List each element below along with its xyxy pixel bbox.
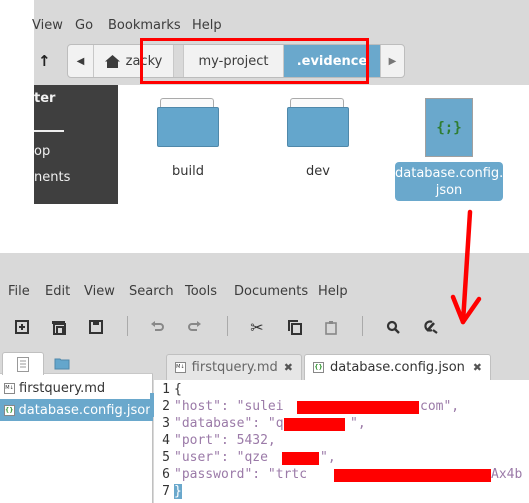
line-number: 6 — [162, 467, 170, 482]
sidebar-section-title: ter — [34, 91, 56, 106]
json-file-icon: {} — [313, 362, 324, 373]
save-icon[interactable] — [86, 318, 106, 336]
code-line: 1{ — [154, 381, 182, 398]
text-editor-window: File Edit View Search Tools Documents He… — [0, 253, 529, 503]
redaction-bar — [297, 401, 419, 414]
json-file-label-line1: database.config. — [395, 166, 504, 181]
code-text: } — [174, 484, 182, 499]
open-icon[interactable] — [49, 318, 69, 336]
code-line: 5 "user": "qze ", — [154, 449, 335, 466]
code-text: "database": "q — [174, 416, 284, 431]
code-line: 7} — [154, 483, 182, 500]
line-number: 3 — [162, 416, 170, 431]
search-icon[interactable] — [383, 318, 403, 336]
menu-search[interactable]: Search — [129, 284, 174, 299]
toolbar-separator — [362, 316, 363, 336]
documents-icon — [17, 356, 29, 372]
menu-file[interactable]: File — [8, 284, 30, 299]
annotation-highlight-box — [140, 38, 369, 84]
tab-firstquery-md[interactable]: M↓ firstquery.md ✖ — [166, 354, 302, 380]
cut-icon[interactable]: ✂ — [247, 318, 267, 337]
side-document-item[interactable]: M↓ firstquery.md — [0, 377, 153, 399]
line-number: 4 — [162, 433, 170, 448]
code-text: "host": "sulei — [174, 399, 284, 414]
code-line: 4 "port": 5432, — [154, 432, 276, 449]
json-file-icon[interactable]: {;} — [425, 98, 473, 157]
code-text: "port": 5432, — [174, 433, 276, 448]
close-icon[interactable]: ✖ — [473, 361, 482, 374]
menu-edit[interactable]: Edit — [45, 284, 70, 299]
toolbar-separator — [227, 316, 228, 336]
sidebar-divider — [34, 130, 64, 132]
menu-documents[interactable]: Documents — [234, 284, 308, 299]
side-tab-documents[interactable] — [2, 352, 44, 375]
menu-help[interactable]: Help — [192, 18, 222, 33]
markdown-file-icon: M↓ — [4, 382, 15, 394]
folder-icon — [157, 98, 219, 150]
folder-item-dev[interactable]: dev — [263, 98, 373, 179]
markdown-file-icon: M↓ — [175, 362, 186, 373]
document-tab-bar: M↓ firstquery.md ✖ {} database.config.js… — [154, 350, 529, 380]
redaction-bar — [282, 452, 319, 465]
json-file-label[interactable]: database.config. json — [395, 162, 503, 201]
side-document-label: firstquery.md — [19, 380, 106, 396]
line-number: 1 — [162, 382, 170, 397]
menu-go[interactable]: Go — [75, 18, 93, 33]
folder-label: dev — [306, 164, 330, 179]
arrow-up-icon[interactable]: ↑ — [38, 52, 51, 70]
file-manager-sidebar: ter op nents — [34, 85, 118, 204]
redaction-bar — [334, 469, 491, 482]
code-text-tail: com", — [420, 399, 460, 414]
side-document-item-selected[interactable]: {} database.config.json — [0, 399, 153, 421]
side-tab-files[interactable] — [52, 354, 72, 372]
line-number: 7 — [162, 484, 170, 499]
new-document-icon[interactable] — [12, 318, 32, 336]
code-line: 6 "password": "trtc Ax4b — [154, 466, 522, 483]
copy-icon[interactable] — [285, 318, 305, 336]
code-line: 3 "database": "q ", — [154, 415, 365, 432]
json-file-icon: {} — [4, 404, 15, 416]
code-text-tail: Ax4b — [491, 467, 523, 482]
code-text: "user": "qze — [174, 450, 268, 465]
undo-icon[interactable] — [148, 318, 168, 336]
sidebar-item-desktop[interactable]: op — [34, 144, 50, 159]
code-text-tail: ", — [350, 416, 366, 431]
sidebar-item-documents[interactable]: nents — [34, 170, 70, 185]
tab-label: database.config.json — [330, 360, 465, 375]
menu-bookmarks[interactable]: Bookmarks — [108, 18, 181, 33]
menu-tools[interactable]: Tools — [185, 284, 217, 299]
replace-icon[interactable] — [420, 318, 440, 336]
side-document-label: database.config.json — [18, 402, 154, 418]
folder-icon — [54, 358, 70, 369]
toolbar-separator — [127, 316, 128, 336]
tab-label: firstquery.md — [191, 360, 278, 375]
line-number: 2 — [162, 399, 170, 414]
json-file-label-line2: json — [435, 183, 463, 198]
side-panel-scroll-marker — [150, 393, 154, 417]
chevron-left-icon[interactable]: ◀ — [68, 45, 94, 77]
code-text: { — [174, 382, 182, 397]
folder-item-build[interactable]: build — [133, 98, 243, 179]
folder-label: build — [172, 164, 204, 179]
paste-icon[interactable] — [321, 318, 341, 336]
documents-side-panel: M↓ firstquery.md {} database.config.json — [0, 350, 153, 503]
code-text-tail: ", — [320, 450, 336, 465]
tab-database-config-json[interactable]: {} database.config.json ✖ — [304, 354, 491, 380]
menu-help[interactable]: Help — [318, 284, 348, 299]
menu-view[interactable]: View — [32, 18, 63, 33]
side-panel-tabs — [0, 350, 153, 375]
menu-view[interactable]: View — [84, 284, 115, 299]
code-line: 2 "host": "sulei com", — [154, 398, 459, 415]
code-text: "password": "trtc — [174, 467, 308, 482]
redaction-bar — [284, 418, 345, 431]
home-icon — [104, 54, 120, 68]
folder-icon — [287, 98, 349, 150]
line-number: 5 — [162, 450, 170, 465]
chevron-right-icon[interactable]: ▶ — [380, 45, 404, 77]
close-icon[interactable]: ✖ — [284, 361, 293, 374]
code-editor[interactable]: 1{ 2 "host": "sulei com", 3 "database": "q "… — [154, 380, 529, 503]
redo-icon[interactable] — [184, 318, 204, 336]
